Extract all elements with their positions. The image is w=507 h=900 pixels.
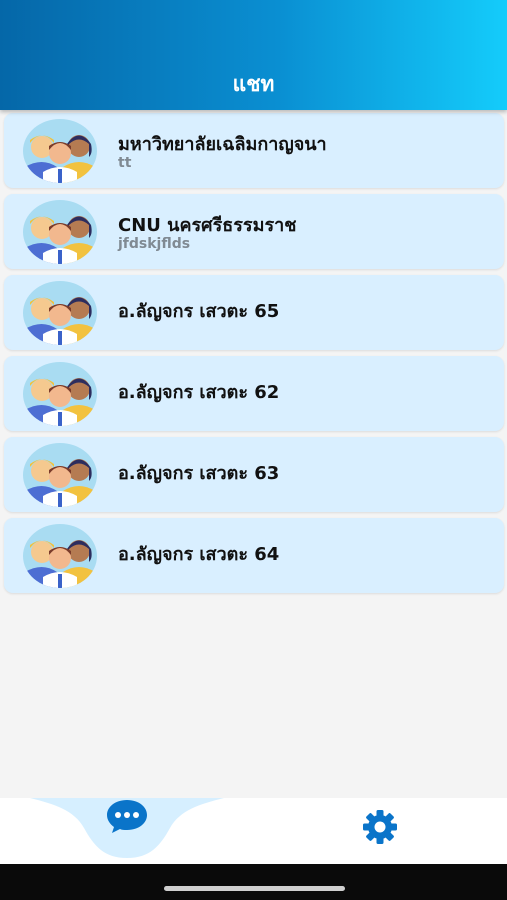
home-indicator[interactable] [164, 886, 345, 891]
gear-icon [363, 810, 397, 844]
chat-name: อ.ลัญจกร เสวตะ 63 [118, 463, 280, 484]
chat-last-message: jfdskjflds [118, 236, 191, 252]
chat-list-item[interactable]: มหาวิทยาลัยเฉลิมกาญจนา tt [4, 113, 504, 188]
active-tab-curve [30, 798, 224, 858]
tab-settings[interactable] [360, 810, 400, 844]
system-navigation-bar [0, 864, 507, 900]
chat-list-item[interactable]: อ.ลัญจกร เสวตะ 65 [4, 275, 504, 350]
chat-list-item[interactable]: อ.ลัญจกร เสวตะ 62 [4, 356, 504, 431]
chat-name: อ.ลัญจกร เสวตะ 62 [118, 382, 280, 403]
chat-list: มหาวิทยาลัยเฉลิมกาญจนา tt CNU นครศรีธรรม… [4, 113, 504, 599]
chat-name: อ.ลัญจกร เสวตะ 65 [118, 301, 280, 322]
chat-list-item[interactable]: CNU นครศรีธรรมราช jfdskjflds [4, 194, 504, 269]
group-avatar-icon [23, 524, 97, 588]
page-title: แชท [232, 72, 275, 96]
tab-chat[interactable] [97, 798, 157, 834]
app-header: แชท [0, 0, 507, 110]
group-avatar-icon [23, 362, 97, 426]
chat-name: CNU นครศรีธรรมราช [118, 215, 297, 236]
chat-last-message: tt [118, 155, 132, 171]
group-avatar-icon [23, 119, 97, 183]
bottom-navigation-bar [0, 798, 507, 864]
group-avatar-icon [23, 200, 97, 264]
chat-bubble-icon [107, 800, 147, 833]
chat-list-item[interactable]: อ.ลัญจกร เสวตะ 64 [4, 518, 504, 593]
chat-name: มหาวิทยาลัยเฉลิมกาญจนา [118, 134, 327, 155]
chat-list-item[interactable]: อ.ลัญจกร เสวตะ 63 [4, 437, 504, 512]
chat-name: อ.ลัญจกร เสวตะ 64 [118, 544, 280, 565]
group-avatar-icon [23, 281, 97, 345]
group-avatar-icon [23, 443, 97, 507]
